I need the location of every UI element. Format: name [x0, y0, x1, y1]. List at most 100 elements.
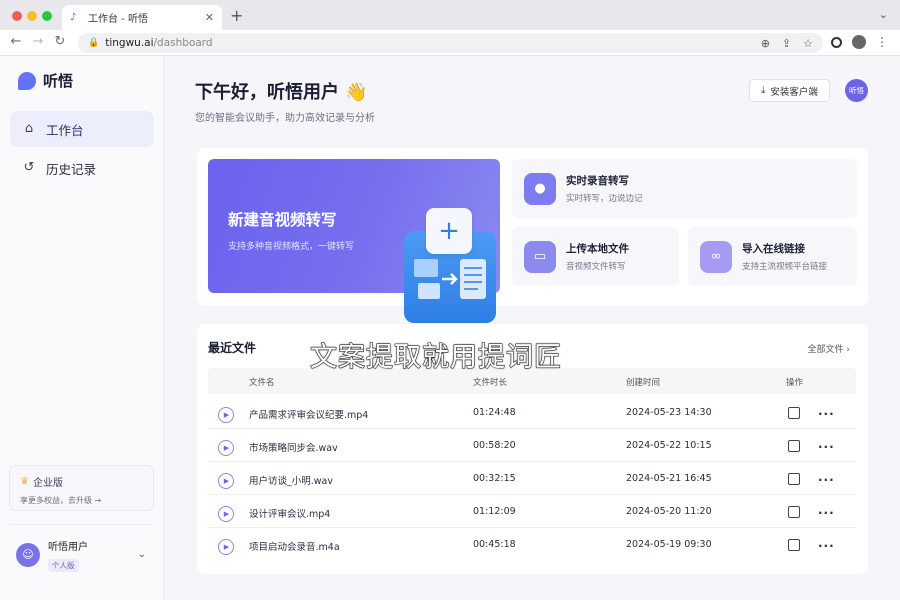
- back-button[interactable]: ←: [8, 34, 24, 50]
- file-duration: 01:12:09: [473, 506, 516, 517]
- play-icon[interactable]: ▶: [218, 440, 234, 456]
- minimize-window-button[interactable]: [27, 11, 37, 21]
- quick-action-subtitle: 音视频文件转写: [566, 262, 626, 272]
- forward-button[interactable]: →: [30, 34, 46, 50]
- file-name[interactable]: 项目启动会录音.m4a: [249, 539, 340, 553]
- app-logo[interactable]: 听悟: [18, 70, 73, 91]
- browser-tabstrip: ♪ 工作台 - 听悟 ✕ + ⌄: [0, 0, 900, 30]
- open-external-icon[interactable]: [788, 407, 800, 419]
- realtime-record-card[interactable]: ● 实时录音转写 实时转写，边说边记: [512, 159, 857, 218]
- logo-icon: [18, 71, 36, 90]
- browser-menu-icon[interactable]: ⋮: [876, 35, 888, 49]
- more-icon[interactable]: ···: [818, 407, 835, 421]
- lock-icon: 🔒: [88, 38, 100, 48]
- file-created: 2024-05-23 14:30: [626, 407, 712, 418]
- close-window-button[interactable]: [12, 11, 22, 21]
- profile-icon[interactable]: [852, 35, 866, 49]
- table-row[interactable]: ▶ 用户访谈_小明.wav 00:32:15 2024-05-21 16:45 …: [208, 462, 856, 495]
- sidebar-item-label: 历史记录: [46, 161, 97, 177]
- play-icon[interactable]: ▶: [218, 539, 234, 555]
- play-icon[interactable]: ▶: [218, 506, 234, 522]
- sidebar: 听悟 ⌂ 工作台 ↺ 历史记录 ♛ 企业版 享更多权益，去升级 → ☺ 听悟用户…: [0, 56, 164, 600]
- section-title: 最近文件: [208, 341, 257, 355]
- more-icon[interactable]: ···: [818, 506, 835, 520]
- favicon-icon: ♪: [70, 11, 77, 23]
- more-icon[interactable]: ···: [818, 473, 835, 487]
- more-icon[interactable]: ···: [818, 539, 835, 553]
- open-external-icon[interactable]: [788, 440, 800, 452]
- quick-action-title: 实时录音转写: [566, 175, 629, 187]
- chevron-right-icon: ›: [846, 345, 850, 355]
- table-row[interactable]: ▶ 项目启动会录音.m4a 00:45:18 2024-05-19 09:30 …: [208, 528, 856, 561]
- upload-file-card[interactable]: ▭ 上传本地文件 音视频文件转写: [512, 227, 679, 286]
- hero-subtitle: 支持多种音视频格式，一键转写: [228, 242, 355, 252]
- install-client-button[interactable]: ⤓ 安装客户端: [749, 79, 830, 102]
- zoom-icon[interactable]: ⊕: [761, 37, 770, 50]
- sidebar-item-workbench[interactable]: ⌂ 工作台: [10, 111, 154, 147]
- more-icon[interactable]: ···: [818, 440, 835, 454]
- folder-icon: ▭: [524, 240, 556, 273]
- quick-action-title: 导入在线链接: [742, 243, 805, 255]
- extension-icon[interactable]: [831, 36, 842, 48]
- open-external-icon[interactable]: [788, 539, 800, 551]
- main-content: 下午好，听悟用户 👋 您的智能会议助手，助力高效记录与分析 ⤓ 安装客户端 听悟…: [164, 56, 900, 600]
- file-duration: 00:58:20: [473, 440, 516, 451]
- avatar[interactable]: 听悟: [845, 79, 868, 102]
- history-icon: ↺: [23, 160, 35, 175]
- column-header: 文件名: [249, 378, 275, 388]
- file-duration: 00:32:15: [473, 473, 516, 484]
- enterprise-subtitle: 享更多权益，去升级 →: [20, 496, 102, 505]
- share-icon[interactable]: ⇪: [782, 37, 791, 50]
- enterprise-title: 企业版: [32, 478, 63, 489]
- quick-action-title: 上传本地文件: [566, 243, 629, 255]
- sidebar-item-history[interactable]: ↺ 历史记录: [10, 150, 154, 186]
- home-icon: ⌂: [24, 121, 34, 136]
- all-files-link[interactable]: 全部文件 ›: [808, 342, 851, 355]
- close-tab-icon[interactable]: ✕: [205, 11, 214, 24]
- enterprise-upgrade-card[interactable]: ♛ 企业版 享更多权益，去升级 →: [9, 465, 154, 511]
- address-bar[interactable]: 🔒 tingwu.ai /dashboard ⊕ ⇪ ☆: [78, 33, 823, 53]
- plus-icon: +: [426, 208, 472, 254]
- tab-title: 工作台 - 听悟: [88, 14, 148, 25]
- watermark-text: 文案提取就用提词匠: [309, 341, 562, 373]
- quick-action-subtitle: 实时转写，边说边记: [566, 194, 643, 204]
- table-row[interactable]: ▶ 设计评审会议.mp4 01:12:09 2024-05-20 11:20 ·…: [208, 495, 856, 528]
- column-header: 创建时间: [626, 378, 661, 388]
- sidebar-item-label: 工作台: [46, 122, 84, 138]
- play-icon[interactable]: ▶: [218, 407, 234, 423]
- play-icon[interactable]: ▶: [218, 473, 234, 489]
- user-menu[interactable]: ☺ 听悟用户 个人版 ⌄: [10, 524, 154, 584]
- column-header: 文件时长: [473, 378, 508, 388]
- reload-button[interactable]: ↻: [52, 34, 68, 50]
- page-subtitle: 您的智能会议助手，助力高效记录与分析: [195, 113, 375, 124]
- browser-tab[interactable]: ♪ 工作台 - 听悟 ✕: [62, 5, 222, 30]
- tab-search-chevron-icon[interactable]: ⌄: [879, 8, 888, 21]
- file-name[interactable]: 产品需求评审会议纪要.mp4: [249, 407, 368, 421]
- download-icon: ⤓: [761, 85, 766, 96]
- bookmark-star-icon[interactable]: ☆: [803, 37, 813, 50]
- table-row[interactable]: ▶ 产品需求评审会议纪要.mp4 01:24:48 2024-05-23 14:…: [208, 396, 856, 429]
- file-name[interactable]: 用户访谈_小明.wav: [249, 473, 333, 487]
- open-external-icon[interactable]: [788, 473, 800, 485]
- table-row[interactable]: ▶ 市场策略同步会.wav 00:58:20 2024-05-22 10:15 …: [208, 429, 856, 462]
- chevron-down-icon[interactable]: ⌄: [138, 549, 146, 560]
- user-plan-badge: 个人版: [48, 558, 79, 572]
- file-created: 2024-05-22 10:15: [626, 440, 712, 451]
- url-host: tingwu.ai: [105, 37, 154, 49]
- file-created: 2024-05-20 11:20: [626, 506, 712, 517]
- column-header: 操作: [786, 378, 804, 388]
- link-icon: ∞: [700, 240, 732, 273]
- open-external-icon[interactable]: [788, 506, 800, 518]
- user-name: 听悟用户: [48, 541, 88, 553]
- hero-title: 新建音视频转写: [228, 211, 337, 229]
- import-link-card[interactable]: ∞ 导入在线链接 支持主流视频平台链接: [688, 227, 857, 286]
- file-name[interactable]: 设计评审会议.mp4: [249, 506, 330, 520]
- file-name[interactable]: 市场策略同步会.wav: [249, 440, 338, 454]
- url-path: /dashboard: [153, 37, 213, 49]
- quick-actions-panel: 新建音视频转写 支持多种音视频格式，一键转写 ● 实时录音转写 实时转写，边说边…: [197, 148, 868, 306]
- maximize-window-button[interactable]: [42, 11, 52, 21]
- file-created: 2024-05-21 16:45: [626, 473, 712, 484]
- quick-action-subtitle: 支持主流视频平台链接: [742, 262, 828, 272]
- install-client-label: 安装客户端: [770, 86, 818, 98]
- new-tab-button[interactable]: +: [230, 6, 243, 25]
